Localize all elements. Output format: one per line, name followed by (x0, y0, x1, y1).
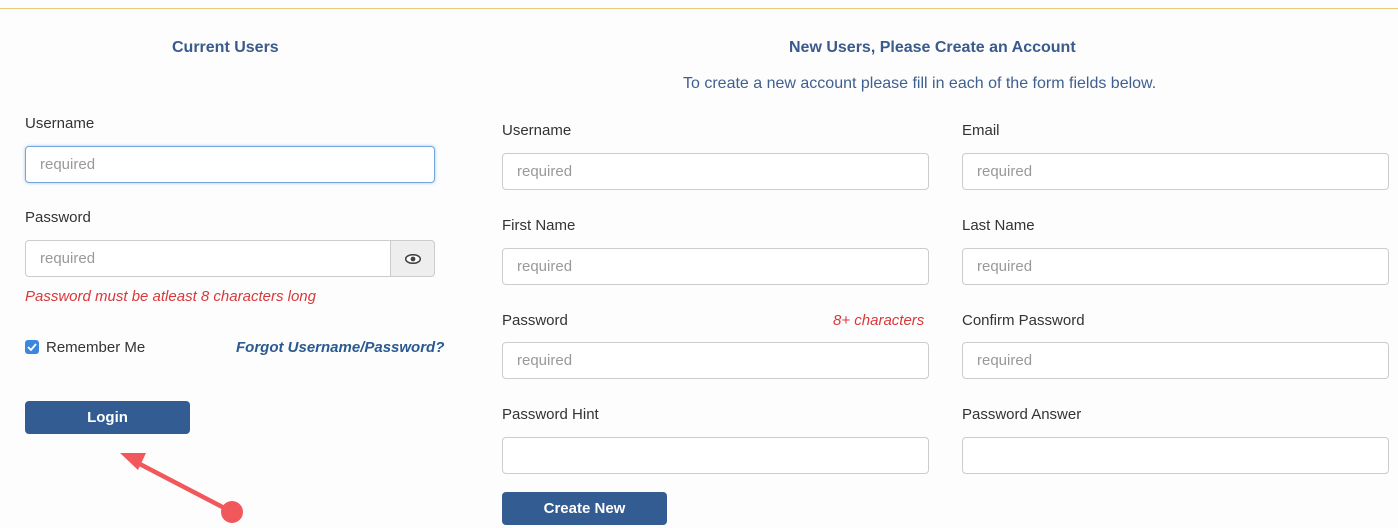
reg-confirm-password-label: Confirm Password (962, 312, 1085, 329)
new-users-heading: New Users, Please Create an Account (789, 39, 1076, 56)
new-account-subtitle: To create a new account please fill in e… (683, 75, 1157, 92)
login-password-label: Password (25, 209, 91, 226)
current-users-heading: Current Users (172, 39, 279, 56)
reg-password-hint-label: Password Hint (502, 406, 599, 423)
reg-email-input[interactable] (962, 153, 1389, 190)
login-password-input[interactable] (25, 240, 391, 277)
password-min-chars-hint: 8+ characters (833, 312, 925, 329)
create-new-button[interactable]: Create New (502, 492, 667, 525)
reg-first-name-label: First Name (502, 217, 576, 234)
reg-first-name-input[interactable] (502, 248, 929, 285)
login-username-label: Username (25, 115, 95, 132)
reg-username-label: Username (502, 122, 572, 139)
reg-confirm-password-input[interactable] (962, 342, 1389, 379)
password-length-error: Password must be atleast 8 characters lo… (25, 288, 316, 305)
show-password-button[interactable] (390, 240, 435, 277)
annotation-arrow-icon (120, 453, 243, 523)
reg-password-answer-label: Password Answer (962, 406, 1082, 423)
reg-password-input[interactable] (502, 342, 929, 379)
remember-me-checkbox[interactable] (25, 340, 39, 354)
reg-email-label: Email (962, 122, 1000, 139)
remember-me-label: Remember Me (46, 339, 146, 356)
reg-last-name-label: Last Name (962, 217, 1035, 234)
top-divider (0, 8, 1398, 9)
reg-password-answer-input[interactable] (962, 437, 1389, 474)
forgot-credentials-link[interactable]: Forgot Username/Password? (236, 339, 444, 356)
eye-icon (404, 253, 421, 264)
login-button[interactable]: Login (25, 401, 190, 434)
checkmark-icon (27, 343, 37, 351)
reg-password-label: Password (502, 312, 568, 329)
login-username-input[interactable] (25, 146, 435, 183)
reg-username-input[interactable] (502, 153, 929, 190)
reg-last-name-input[interactable] (962, 248, 1389, 285)
reg-password-hint-input[interactable] (502, 437, 929, 474)
